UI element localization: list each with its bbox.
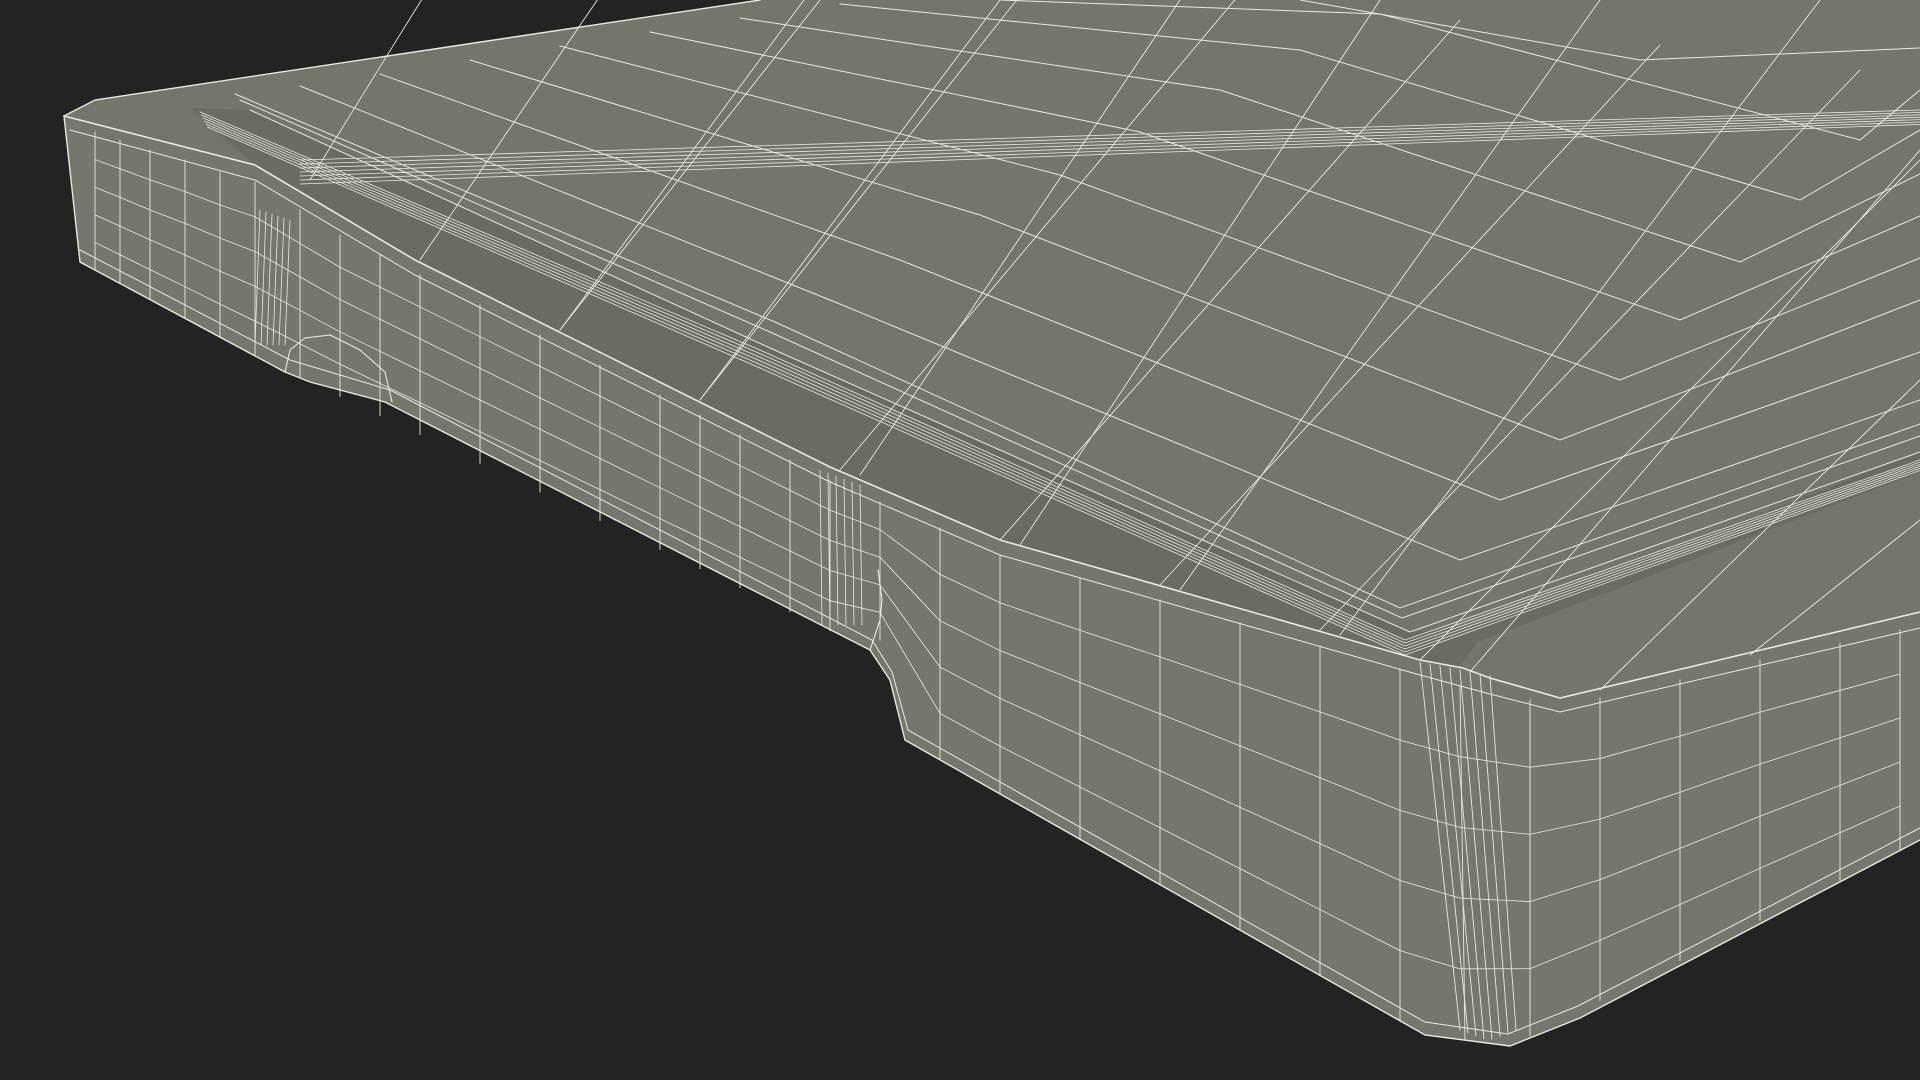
- render-viewport: [0, 0, 1920, 1080]
